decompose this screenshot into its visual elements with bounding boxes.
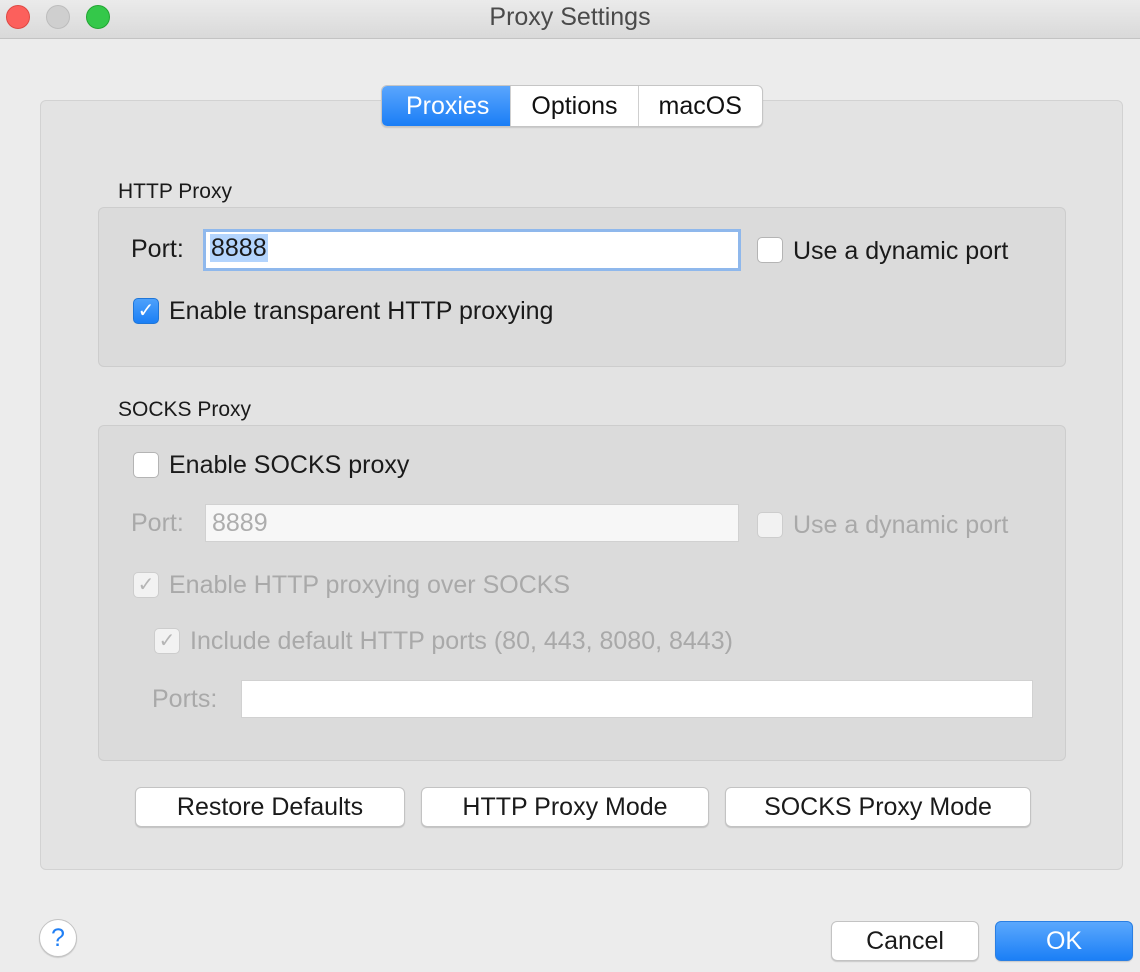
window-title: Proxy Settings: [489, 3, 651, 31]
enable-socks-checkbox[interactable]: [133, 452, 159, 478]
http-proxy-section-label: HTTP Proxy: [118, 180, 232, 203]
transparent-proxying-checkbox[interactable]: ✓: [133, 298, 159, 324]
include-default-ports-label: Include default HTTP ports (80, 443, 808…: [190, 627, 733, 655]
title-bar: Proxy Settings: [0, 0, 1140, 39]
checkmark-icon: ✓: [158, 630, 176, 652]
http-port-label: Port:: [131, 235, 184, 263]
ports-field[interactable]: [241, 680, 1033, 718]
http-dynamic-port-label: Use a dynamic port: [793, 237, 1009, 265]
http-over-socks-checkbox[interactable]: ✓: [133, 572, 159, 598]
tab-proxies[interactable]: Proxies: [382, 86, 512, 126]
socks-proxy-mode-button[interactable]: SOCKS Proxy Mode: [725, 787, 1031, 827]
tab-options[interactable]: Options: [511, 86, 639, 126]
tab-bar: Proxies Options macOS: [381, 85, 763, 127]
socks-dynamic-port-label: Use a dynamic port: [793, 511, 1009, 539]
http-dynamic-port-checkbox[interactable]: [757, 237, 783, 263]
socks-dynamic-port-checkbox[interactable]: [757, 512, 783, 538]
restore-defaults-button[interactable]: Restore Defaults: [135, 787, 405, 827]
checkmark-icon: ✓: [137, 300, 155, 322]
http-port-value: 8888: [210, 234, 268, 262]
include-default-ports-checkbox[interactable]: ✓: [154, 628, 180, 654]
ports-label: Ports:: [152, 685, 218, 713]
ok-button[interactable]: OK: [995, 921, 1133, 961]
tab-macos[interactable]: macOS: [639, 86, 762, 126]
help-button[interactable]: ?: [39, 919, 77, 957]
socks-port-label: Port:: [131, 509, 184, 537]
http-over-socks-label: Enable HTTP proxying over SOCKS: [169, 571, 571, 599]
http-proxy-mode-button[interactable]: HTTP Proxy Mode: [421, 787, 709, 827]
socks-port-field[interactable]: 8889: [205, 504, 739, 542]
transparent-proxying-label: Enable transparent HTTP proxying: [169, 297, 554, 325]
http-port-field[interactable]: 8888: [203, 229, 741, 271]
checkmark-icon: ✓: [137, 574, 155, 596]
cancel-button[interactable]: Cancel: [831, 921, 979, 961]
enable-socks-label: Enable SOCKS proxy: [169, 451, 410, 479]
socks-proxy-section-label: SOCKS Proxy: [118, 398, 252, 421]
